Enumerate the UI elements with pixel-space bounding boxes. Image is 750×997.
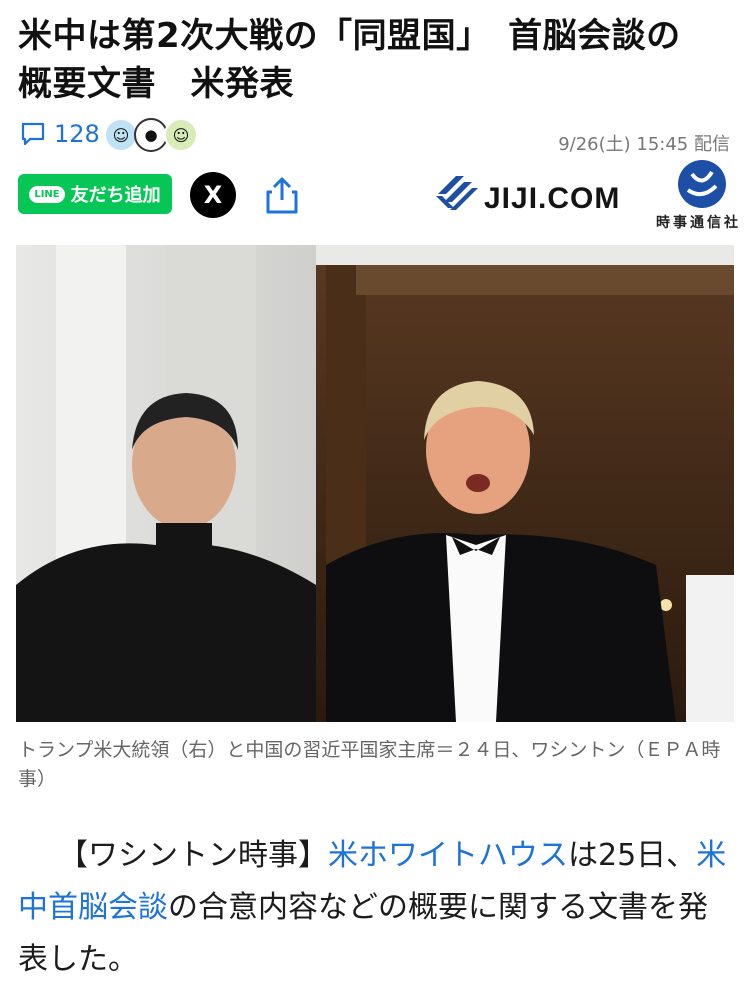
x-icon: X [203, 181, 223, 209]
reaction-faces[interactable]: ☺ ● ☺ [104, 118, 198, 152]
body-text-1: は25日、 [568, 838, 697, 873]
link-white-house[interactable]: 米ホワイトハウス [328, 838, 568, 873]
jiji-circle-icon [678, 160, 726, 208]
reaction-smile-icon: ☺ [104, 118, 138, 152]
line-button-label: 友だち追加 [70, 185, 161, 206]
article-title-line2: 概要文書 米発表 [18, 64, 294, 104]
photo-illustration [16, 245, 734, 722]
body-dateline: 【ワシントン時事】 [58, 838, 328, 873]
jiji-wordmark: JIJI.COM [484, 182, 621, 215]
article-title-line1: 米中は第2次大戦の「同盟国」 首脳会談の [18, 16, 681, 56]
article-body: 【ワシントン時事】米ホワイトハウスは25日、米中首脳会談の合意内容などの概要に関… [18, 830, 734, 986]
publish-date: 9/26(土) 15:45 配信 [558, 134, 730, 155]
jiji-mark-icon [436, 176, 478, 210]
article-title: 米中は第2次大戦の「同盟国」 首脳会談の 概要文書 米発表 [18, 12, 734, 108]
comment-link[interactable]: 128 [20, 120, 100, 148]
line-icon: LINE [29, 185, 65, 203]
reaction-happy-icon: ☺ [164, 118, 198, 152]
reaction-panda-icon: ● [134, 118, 168, 152]
article-meta: 128 ☺ ● ☺ 9/26(土) 15:45 配信 [18, 116, 734, 156]
x-share-button[interactable]: X [190, 172, 236, 218]
comment-count: 128 [54, 120, 100, 148]
share-row: LINE 友だち追加 X JIJI.COM 時事通信社 [18, 160, 738, 231]
jiji-logo[interactable]: JIJI.COM 時事通信社 [434, 160, 738, 234]
jiji-subtitle: 時事通信社 [656, 215, 741, 231]
comment-icon [21, 122, 45, 146]
article-photo[interactable] [16, 245, 734, 722]
line-add-friend-button[interactable]: LINE 友だち追加 [18, 174, 172, 214]
share-icon[interactable] [262, 176, 302, 216]
photo-caption: トランプ米大統領（右）と中国の習近平国家主席＝２４日、ワシントン（ＥＰＡ時事） [18, 739, 721, 790]
